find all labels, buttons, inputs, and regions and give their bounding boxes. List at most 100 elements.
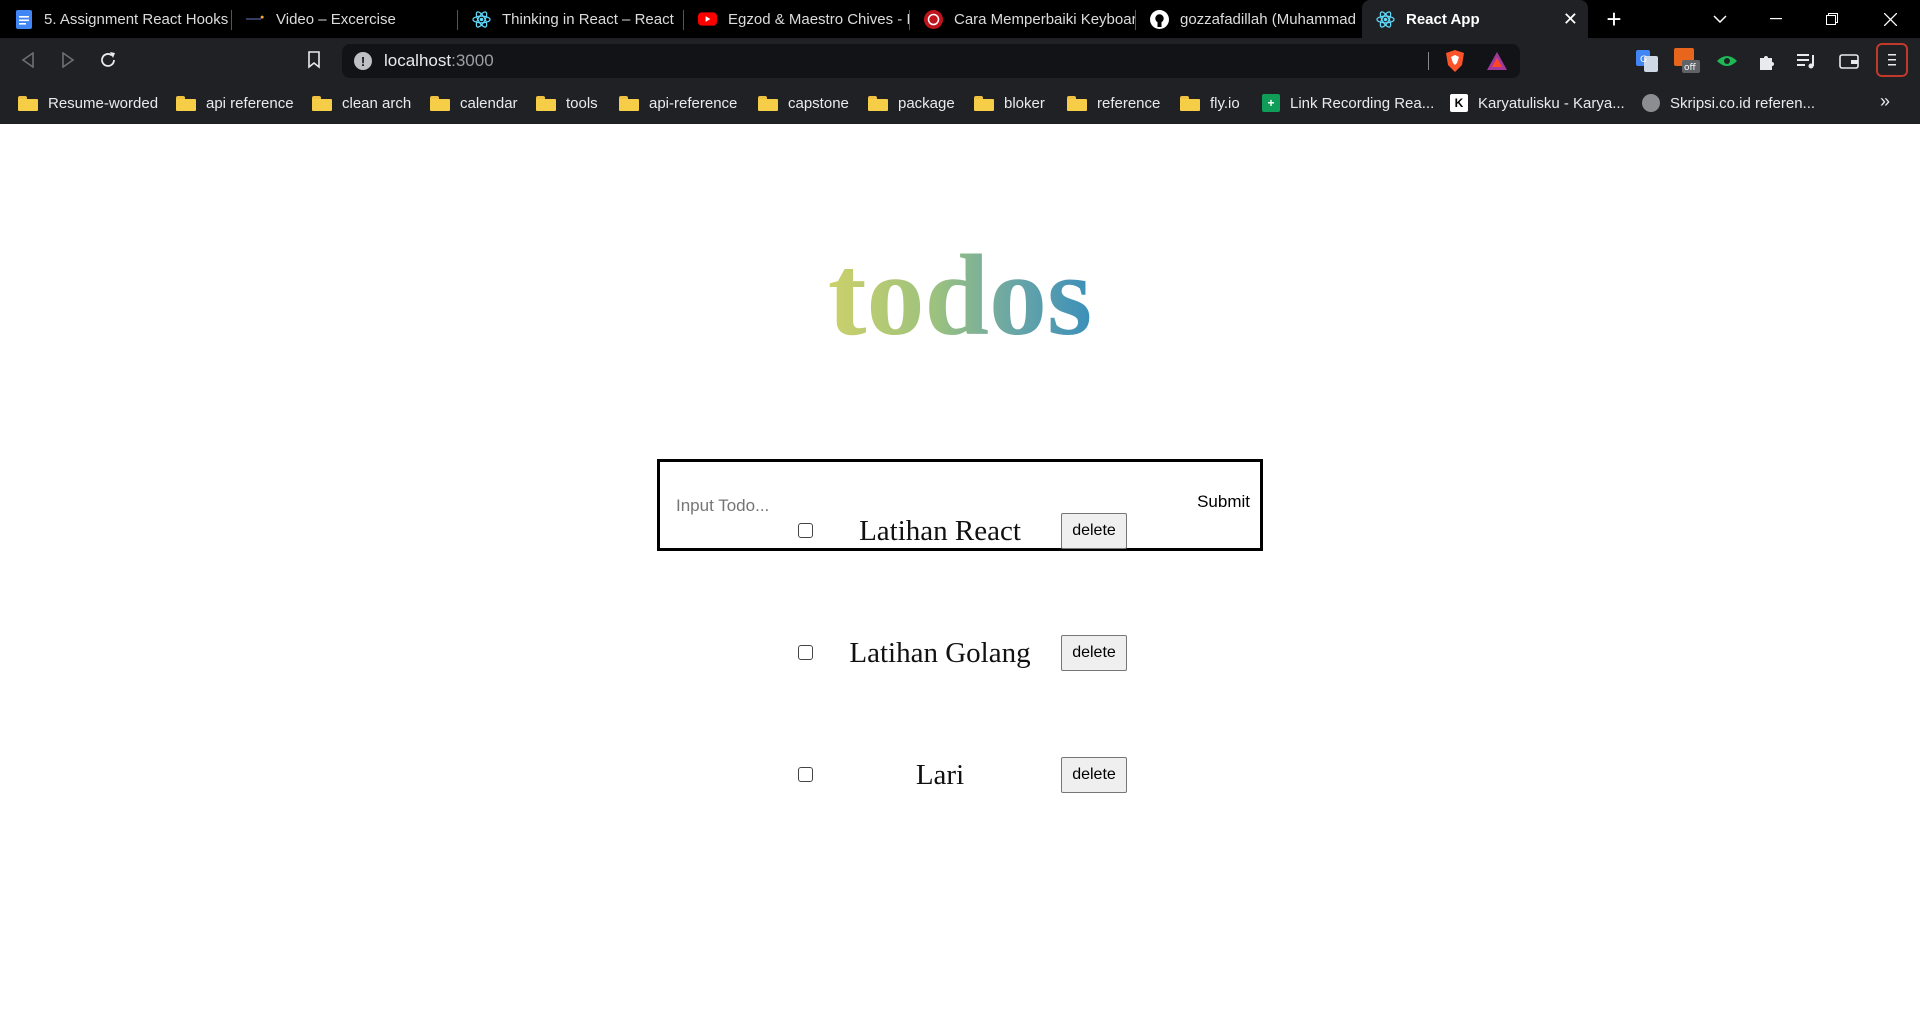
folder-icon: [974, 95, 994, 111]
address-bar[interactable]: ! localhost:3000: [342, 44, 1520, 78]
bookmark-folder[interactable]: tools: [536, 91, 598, 115]
bookmark-icon[interactable]: [298, 44, 330, 76]
tab-title: Thinking in React – React: [502, 10, 674, 28]
bookmark-label: capstone: [788, 94, 849, 112]
tab-keyboard[interactable]: Cara Memperbaiki Keyboar: [910, 0, 1136, 38]
todo-item: Latihan Golang delete: [0, 633, 1920, 673]
extension-off-icon[interactable]: off: [1672, 46, 1702, 76]
delete-button[interactable]: delete: [1061, 635, 1127, 671]
bookmark-folder[interactable]: capstone: [758, 91, 849, 115]
folder-icon: [430, 95, 450, 111]
folder-icon: [868, 95, 888, 111]
bookmark-label: fly.io: [1210, 94, 1240, 112]
todo-title: Latihan React: [859, 515, 1021, 547]
extensions-puzzle-icon[interactable]: [1752, 46, 1782, 76]
browser-chrome: 5. Assignment React Hooks Video – Excerc…: [0, 0, 1920, 124]
reload-icon[interactable]: [92, 44, 124, 76]
bookmark-link[interactable]: + Link Recording Rea...: [1262, 91, 1434, 115]
bookmark-label: api reference: [206, 94, 294, 112]
new-tab-icon[interactable]: +: [1594, 0, 1634, 38]
app-logo: todos: [0, 238, 1920, 354]
tab-video[interactable]: Video – Excercise: [232, 0, 458, 38]
translate-extension-icon[interactable]: G: [1632, 46, 1662, 76]
restore-icon[interactable]: [1812, 0, 1852, 38]
tab-thinking-in-react[interactable]: Thinking in React – React: [458, 0, 684, 38]
brave-shields-icon[interactable]: [1444, 49, 1466, 73]
react-icon: [472, 10, 491, 29]
tab-title: gozzafadillah (Muhammad: [1180, 10, 1356, 28]
submit-button[interactable]: Submit: [1197, 492, 1250, 512]
bookmark-link[interactable]: Skripsi.co.id referen...: [1642, 91, 1815, 115]
globe-icon: [1642, 94, 1660, 112]
site-icon: [924, 9, 943, 29]
close-window-icon[interactable]: [1870, 0, 1910, 38]
delete-button[interactable]: delete: [1061, 757, 1127, 793]
brave-rewards-icon[interactable]: [1486, 51, 1508, 71]
video-icon: [246, 10, 265, 29]
todo-app: todos Submit Latihan React delete Latiha…: [0, 124, 1920, 1020]
todo-item: Latihan React delete: [0, 511, 1920, 551]
bookmark-label: calendar: [460, 94, 518, 112]
tab-youtube[interactable]: Egzod & Maestro Chives - I: [684, 0, 910, 38]
bookmark-folder[interactable]: api-reference: [619, 91, 737, 115]
tab-title: Cara Memperbaiki Keyboar: [954, 10, 1136, 28]
docs-icon: [14, 9, 33, 29]
bookmark-folder[interactable]: package: [868, 91, 955, 115]
sheets-icon: +: [1262, 94, 1280, 112]
address-divider: [1428, 52, 1429, 70]
wallet-icon[interactable]: [1834, 46, 1864, 76]
bookmark-folder[interactable]: reference: [1067, 91, 1160, 115]
bookmark-label: package: [898, 94, 955, 112]
bookmark-label: tools: [566, 94, 598, 112]
folder-icon: [758, 95, 778, 111]
tab-github[interactable]: gozzafadillah (Muhammad: [1136, 0, 1360, 38]
react-icon: [1376, 10, 1395, 29]
bookmark-label: clean arch: [342, 94, 412, 112]
bookmark-label: Resume-worded: [48, 94, 159, 112]
folder-icon: [1067, 95, 1087, 111]
bookmarks-bar: Resume-worded api reference clean arch c…: [0, 82, 1920, 124]
bookmark-folder[interactable]: fly.io: [1180, 91, 1240, 115]
tab-title: Video – Excercise: [276, 10, 396, 28]
folder-icon: [176, 95, 196, 111]
bookmark-folder[interactable]: api reference: [176, 91, 294, 115]
folder-icon: [1180, 95, 1200, 111]
forward-icon[interactable]: [52, 44, 84, 76]
todo-title: Latihan Golang: [849, 637, 1031, 669]
bookmark-folder[interactable]: Resume-worded: [18, 91, 158, 115]
github-icon: [1150, 9, 1169, 29]
logo-text: todos: [827, 232, 1093, 360]
tab-title: React App: [1406, 10, 1480, 28]
url-port: :3000: [451, 51, 494, 70]
navigation-bar: ! localhost:3000 G off: [0, 38, 1920, 82]
delete-button[interactable]: delete: [1061, 513, 1127, 549]
bookmark-link[interactable]: K Karyatulisku - Karya...: [1450, 91, 1625, 115]
bookmark-label: api-reference: [649, 94, 738, 112]
todo-checkbox[interactable]: [798, 767, 813, 782]
folder-icon: [619, 95, 639, 111]
todo-title: Lari: [915, 759, 965, 791]
site-info-icon[interactable]: !: [354, 52, 372, 70]
browser-menu-icon[interactable]: [1876, 43, 1908, 77]
tab-search-chevron-icon[interactable]: [1700, 0, 1740, 38]
media-playlist-icon[interactable]: [1792, 46, 1822, 76]
todo-checkbox[interactable]: [798, 523, 813, 538]
svg-text:G: G: [1640, 55, 1647, 65]
back-icon[interactable]: [12, 44, 44, 76]
tab-assignment[interactable]: 5. Assignment React Hooks: [0, 0, 232, 38]
eye-extension-icon[interactable]: [1712, 46, 1742, 76]
k-icon: K: [1450, 94, 1468, 112]
svg-text:off: off: [1684, 63, 1697, 73]
more-bookmarks-icon[interactable]: »: [1880, 91, 1890, 112]
bookmark-label: bloker: [1004, 94, 1045, 112]
todo-checkbox[interactable]: [798, 645, 813, 660]
close-tab-icon[interactable]: ✕: [1563, 9, 1578, 30]
tab-bar: 5. Assignment React Hooks Video – Excerc…: [0, 0, 1920, 38]
url-text[interactable]: localhost:3000: [384, 51, 494, 71]
bookmark-folder[interactable]: calendar: [430, 91, 518, 115]
bookmark-folder[interactable]: clean arch: [312, 91, 411, 115]
tab-react-app[interactable]: React App ✕: [1362, 0, 1588, 38]
url-host: localhost: [384, 51, 452, 70]
minimize-icon[interactable]: [1756, 0, 1796, 38]
bookmark-folder[interactable]: bloker: [974, 91, 1045, 115]
